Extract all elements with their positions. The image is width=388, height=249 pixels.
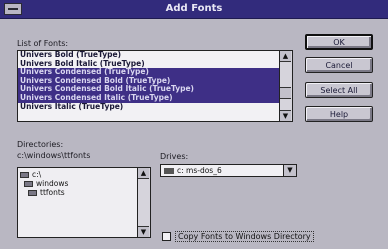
directory-name: c:\ [32, 170, 42, 179]
dropdown-arrow-icon[interactable]: ▼ [283, 165, 296, 176]
directory-list[interactable]: c:\ windows ttfonts ▲ ▼ [17, 167, 151, 238]
help-button[interactable]: Help [305, 106, 373, 122]
scroll-up-icon[interactable]: ▲ [280, 51, 291, 62]
directory-item[interactable]: ttfonts [20, 188, 150, 197]
cancel-button[interactable]: Cancel [305, 57, 373, 73]
directory-name: ttfonts [40, 188, 65, 197]
list-of-fonts-label: List of Fonts: [17, 39, 69, 48]
directory-item[interactable]: windows [20, 179, 150, 188]
folder-open-icon [20, 172, 29, 178]
scroll-up-icon[interactable]: ▲ [138, 168, 149, 179]
directory-name: windows [36, 179, 69, 188]
window-title: Add Fonts [165, 3, 223, 14]
copy-fonts-label[interactable]: Copy Fonts to Windows Directory [175, 231, 314, 242]
current-directory-path: c:\windows\ttfonts [17, 151, 91, 160]
folder-open-icon [24, 181, 33, 187]
scroll-thumb[interactable] [280, 87, 291, 99]
title-bar: Add Fonts [0, 0, 388, 19]
directory-scrollbar[interactable]: ▲ ▼ [137, 168, 150, 237]
directory-item[interactable]: c:\ [20, 170, 150, 179]
drive-icon [164, 168, 174, 174]
copy-fonts-checkbox[interactable] [162, 232, 171, 241]
directories-label: Directories: [17, 140, 64, 149]
drives-label: Drives: [160, 152, 189, 161]
folder-open-icon [28, 190, 37, 196]
drive-value: c: ms-dos_6 [177, 166, 222, 175]
font-list[interactable]: Univers Bold (TrueType) Univers Bold Ital… [17, 50, 293, 122]
drives-dropdown[interactable]: c: ms-dos_6 ▼ [160, 164, 297, 177]
font-list-scrollbar[interactable]: ▲ ▼ [279, 51, 292, 121]
scroll-down-icon[interactable]: ▼ [138, 226, 149, 237]
select-all-button[interactable]: Select All [305, 82, 373, 98]
ok-button[interactable]: OK [305, 34, 373, 50]
font-list-item[interactable]: Univers Italic (TrueType) [18, 102, 292, 112]
scroll-down-icon[interactable]: ▼ [280, 110, 291, 121]
